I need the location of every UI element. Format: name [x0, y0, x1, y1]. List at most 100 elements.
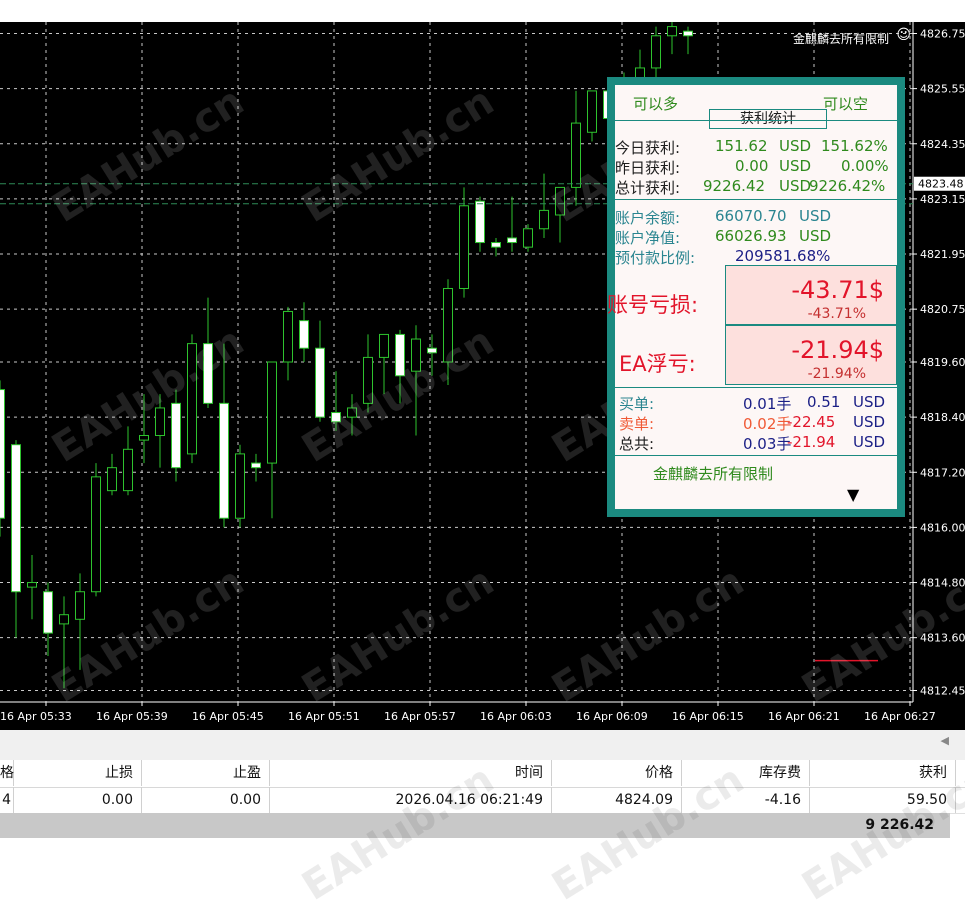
price-axis-label: 4825.55 — [920, 83, 965, 96]
price-axis-label: 4819.60 — [920, 356, 965, 369]
candle-body-bullish — [667, 26, 677, 37]
candle-body-bullish — [155, 407, 165, 437]
col-header-price[interactable]: 价格 — [552, 760, 682, 786]
time-axis-label: 16 Apr 06:03 — [480, 710, 552, 723]
time-axis-label: 16 Apr 06:21 — [768, 710, 840, 723]
col-header-take-profit[interactable]: 止盈 — [142, 760, 270, 786]
candle-body-bullish — [459, 205, 469, 289]
total-orders-currency: USD — [853, 433, 886, 451]
total-orders-lots: 0.03手 — [743, 435, 792, 453]
sell-orders-currency: USD — [853, 413, 886, 431]
time-axis-label: 16 Apr 06:15 — [672, 710, 744, 723]
candle-body-bearish — [11, 444, 21, 593]
candle-body-bullish — [443, 287, 453, 363]
ea-float-box: -21.94$ -21.94% — [725, 325, 897, 385]
chart-topbar — [0, 0, 965, 22]
candle-body-bullish — [411, 338, 421, 372]
cell-stop-loss: 0.00 — [14, 787, 142, 813]
table-header-row: 格 止损 止盈 时间 价格 库存费 获利 — [0, 760, 965, 788]
time-axis-label: 16 Apr 05:33 — [0, 710, 72, 723]
candle-body-bullish — [267, 361, 277, 464]
cell-time: 2026.04.16 06:21:49 — [270, 787, 552, 813]
candle-body-bullish — [283, 310, 293, 363]
dropdown-arrow-icon[interactable]: ▼ — [847, 485, 859, 504]
margin-level-value: 209581.68% — [735, 247, 831, 265]
cell-price: 4824.09 — [552, 787, 682, 813]
candle-body-bearish — [203, 343, 213, 404]
scroll-left-icon[interactable]: ◀ — [941, 734, 949, 747]
yesterday-profit-currency: USD — [779, 157, 812, 175]
cell-profit: 59.50 — [810, 787, 956, 813]
price-axis-label: 4816.00 — [920, 521, 965, 534]
candle-body-bearish — [251, 462, 261, 469]
total-profit-label: 总计获利: — [615, 179, 681, 197]
time-axis-label: 16 Apr 05:39 — [96, 710, 168, 723]
candle-body-bullish — [571, 122, 581, 188]
equity-value: 66026.93 — [715, 227, 787, 245]
smiley-icon: ☺ — [896, 27, 911, 43]
col-header-swap[interactable]: 库存费 — [682, 760, 810, 786]
candle-body-bullish — [139, 435, 149, 441]
chart-scrollbar[interactable]: ◀ — [0, 730, 965, 760]
time-axis-label: 16 Apr 05:51 — [288, 710, 360, 723]
price-axis-label: 4817.20 — [920, 466, 965, 479]
sell-orders-label: 卖单: — [619, 415, 655, 433]
total-profit-percent: 9226.42% — [809, 177, 886, 195]
candle-body-bullish — [363, 356, 373, 404]
price-axis-label: 4814.80 — [920, 577, 965, 590]
divider — [615, 455, 897, 456]
total-orders-profit: -21.94 — [787, 433, 836, 451]
candle-body-bullish — [187, 343, 197, 455]
candle-body-bearish — [395, 333, 405, 377]
equity-currency: USD — [799, 227, 832, 245]
candle-body-bearish — [43, 591, 53, 634]
trade-table: 格 止损 止盈 时间 价格 库存费 获利 4 0.00 0.00 2026.04… — [0, 756, 965, 910]
total-orders-label: 总共: — [619, 435, 655, 453]
total-profit-value: 9 226.42 — [865, 817, 934, 833]
today-profit-amount: 151.62 — [715, 137, 768, 155]
panel-title-tab[interactable]: 获利统计 — [709, 109, 827, 129]
price-axis-label: 4820.75 — [920, 303, 965, 316]
candle-body-bullish — [539, 209, 549, 230]
candle-body-bullish — [123, 448, 133, 492]
today-profit-label: 今日获利: — [615, 139, 681, 157]
balance-label: 账户余额: — [615, 209, 681, 227]
today-profit-percent: 151.62% — [821, 137, 888, 155]
total-profit-currency: USD — [779, 177, 812, 195]
price-axis-label: 4824.35 — [920, 138, 965, 151]
candle-body-bearish — [491, 242, 501, 248]
balance-value: 66070.70 — [715, 207, 787, 225]
buy-orders-label: 买单: — [619, 395, 655, 413]
balance-currency: USD — [799, 207, 832, 225]
candle-body-bullish — [379, 333, 389, 358]
col-header-stop-loss[interactable]: 止损 — [14, 760, 142, 786]
can-long-button[interactable]: 可以多 — [633, 93, 678, 114]
price-axis-label: 4826.75 — [920, 27, 965, 40]
table-row[interactable]: 4 0.00 0.00 2026.04.16 06:21:49 4824.09 … — [0, 787, 965, 814]
cell-swap: -4.16 — [682, 787, 810, 813]
candle-body-bullish — [651, 35, 661, 69]
col-header-price-open[interactable]: 格 — [0, 760, 14, 786]
profit-stats-panel: 可以多 可以空 获利统计 今日获利: 151.62 USD 151.62% 昨日… — [607, 77, 905, 517]
panel-footer-label: 金麒麟去所有限制 — [653, 465, 774, 483]
col-header-time[interactable]: 时间 — [270, 760, 552, 786]
candle-body-bearish — [507, 237, 517, 244]
candle-body-bullish — [523, 228, 533, 248]
buy-orders-currency: USD — [853, 393, 886, 411]
price-axis-label: 4818.40 — [920, 411, 965, 424]
price-chart[interactable]: 4826.75 4825.55 4824.35 4823.15 4821.95 4820.… — [0, 22, 965, 730]
account-loss-percent: -43.71% — [807, 306, 866, 322]
buy-orders-lots: 0.01手 — [743, 395, 792, 413]
candle-body-bearish — [219, 402, 229, 519]
candle-body-bullish — [27, 582, 37, 588]
today-profit-currency: USD — [779, 137, 812, 155]
candle-body-bullish — [587, 90, 597, 133]
cell-price-open: 4 — [0, 787, 14, 813]
yesterday-profit-percent: 0.00% — [841, 157, 889, 175]
can-short-button[interactable]: 可以空 — [823, 93, 868, 114]
price-axis-label: 4813.60 — [920, 632, 965, 645]
col-header-profit[interactable]: 获利 — [810, 760, 956, 786]
candle-body-bearish — [475, 200, 485, 244]
ea-float-value: -21.94$ — [791, 336, 884, 364]
candle-body-bearish — [427, 347, 437, 354]
